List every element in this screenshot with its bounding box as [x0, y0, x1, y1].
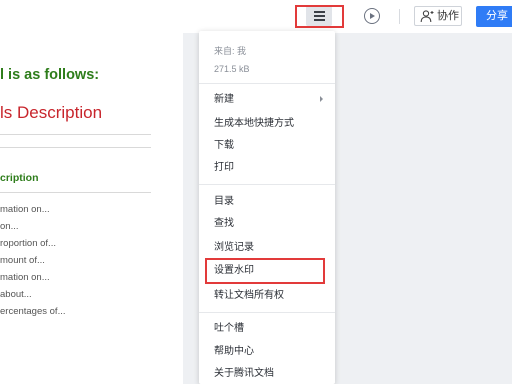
app-window: 协作 分享 l is as follows: ls Description cr… — [0, 0, 512, 384]
menu-item-create-shortcut[interactable]: 生成本地快捷方式 — [199, 114, 335, 134]
menu-item-download[interactable]: 下载 — [199, 136, 335, 156]
menu-item-label: 转让文档所有权 — [214, 290, 284, 301]
menu-item-label: 吐个槽 — [214, 323, 244, 334]
menu-item-label: 关于腾讯文档 — [214, 368, 274, 379]
divider — [0, 134, 151, 135]
watermark-item-highlight — [205, 258, 325, 284]
collaborate-button[interactable]: 协作 — [414, 6, 462, 26]
list-item: mation on... — [0, 204, 50, 215]
file-source: 来自: 我 — [214, 46, 247, 56]
menu-item-label: 下载 — [214, 140, 234, 151]
divider — [0, 147, 151, 148]
menu-item-label: 目录 — [214, 196, 234, 207]
list-item: roportion of... — [0, 238, 56, 249]
menu-item-label: 生成本地快捷方式 — [214, 118, 294, 129]
menu-divider — [199, 312, 335, 313]
menu-item-find[interactable]: 查找 — [199, 214, 335, 234]
list-item: ercentages of... — [0, 306, 66, 317]
menu-item-label: 浏览记录 — [214, 242, 254, 253]
collaborate-label: 协作 — [437, 10, 459, 22]
menu-item-help-center[interactable]: 帮助中心 — [199, 342, 335, 362]
menu-item-about[interactable]: 关于腾讯文档 — [199, 364, 335, 384]
divider — [0, 192, 151, 193]
document-heading: l is as follows: — [0, 67, 100, 83]
top-toolbar: 协作 分享 — [0, 0, 512, 33]
menu-divider — [199, 83, 335, 84]
menu-item-outline[interactable]: 目录 — [199, 192, 335, 212]
user-add-icon — [420, 10, 434, 23]
section-title: cription — [0, 172, 39, 184]
document-canvas[interactable]: l is as follows: ls Description cription… — [0, 33, 183, 384]
menu-item-transfer-ownership[interactable]: 转让文档所有权 — [199, 286, 335, 306]
chevron-right-icon — [320, 96, 323, 102]
menu-divider — [199, 184, 335, 185]
present-button[interactable] — [364, 8, 380, 24]
toolbar-divider — [399, 9, 400, 24]
menu-item-new[interactable]: 新建 — [199, 90, 335, 110]
menu-item-label: 查找 — [214, 218, 234, 229]
file-size: 271.5 kB — [214, 64, 250, 74]
list-item: about... — [0, 289, 32, 300]
menu-item-label: 打印 — [214, 162, 234, 173]
document-subheading: ls Description — [0, 103, 103, 122]
list-item: mation on... — [0, 272, 50, 283]
more-menu-dropdown: 来自: 我 271.5 kB 新建 生成本地快捷方式 下载 打印 目录 查找 浏… — [199, 31, 335, 384]
menu-item-print[interactable]: 打印 — [199, 158, 335, 178]
list-item: on... — [0, 221, 19, 232]
menu-item-history[interactable]: 浏览记录 — [199, 238, 335, 258]
menu-item-label: 帮助中心 — [214, 346, 254, 357]
list-item: mount of... — [0, 255, 45, 266]
menu-item-label: 新建 — [214, 94, 234, 105]
play-circle-icon — [370, 12, 375, 19]
menu-button-highlight — [295, 5, 344, 28]
share-button[interactable]: 分享 — [476, 6, 512, 27]
share-label: 分享 — [486, 10, 508, 22]
menu-item-feedback[interactable]: 吐个槽 — [199, 319, 335, 339]
